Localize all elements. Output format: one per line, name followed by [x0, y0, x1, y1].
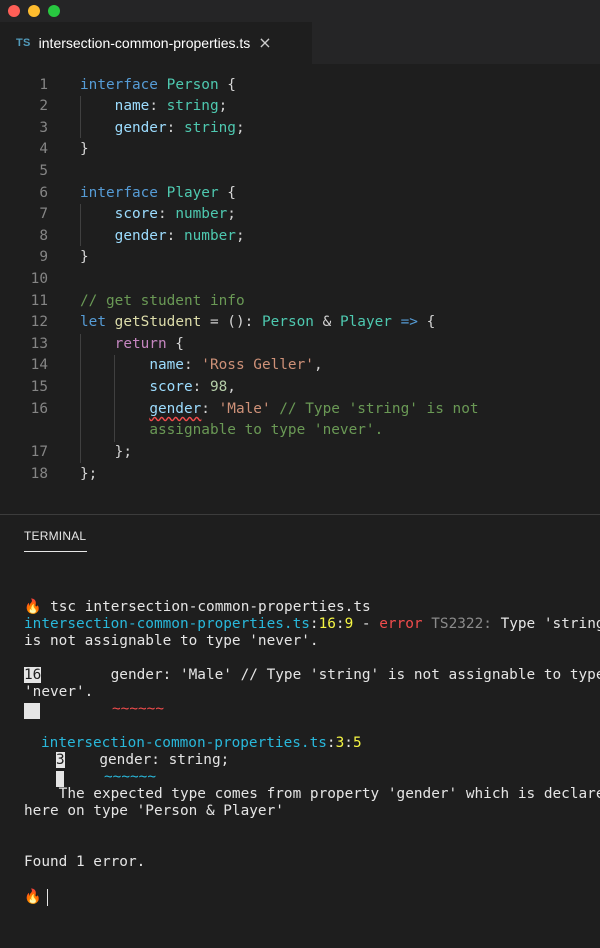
line-number: 4	[39, 141, 48, 157]
line-number: 9	[39, 249, 48, 265]
line-number: 11	[30, 293, 48, 309]
minimize-window-button[interactable]	[28, 5, 40, 17]
terminal-snippet-line: 16 gender: 'Male' // Type 'string' is no…	[24, 667, 600, 683]
line-number: 5	[39, 163, 48, 179]
terminal-command-line: 🔥 tsc intersection-common-properties.ts	[24, 599, 371, 615]
error-squiggle[interactable]: gender	[149, 401, 201, 417]
close-icon[interactable]: ×	[258, 35, 271, 51]
line-number: 14	[30, 357, 48, 373]
line-number: 1	[39, 77, 48, 93]
line-number: 2	[39, 98, 48, 114]
line-number: 18	[30, 466, 48, 482]
related-file-link[interactable]: intersection-common-properties.ts	[41, 735, 327, 751]
terminal-related-message: The expected type comes from property 'g…	[24, 786, 600, 802]
terminal-error-header: intersection-common-properties.ts:16:9 -…	[24, 616, 600, 632]
terminal-error-message: is not assignable to type 'never'.	[24, 633, 319, 649]
maximize-window-button[interactable]	[48, 5, 60, 17]
related-underline-tilde: ~~~~~~	[104, 769, 156, 785]
terminal-found-errors: Found 1 error.	[24, 854, 146, 870]
error-file-link[interactable]: intersection-common-properties.ts	[24, 616, 310, 632]
tab-terminal[interactable]: TERMINAL	[24, 529, 86, 543]
snippet-line-number: 16	[24, 667, 42, 683]
related-line-number: 3	[56, 752, 65, 768]
line-number: 7	[39, 206, 48, 222]
terminal-cursor	[47, 889, 48, 906]
terminal-related-message-wrap: here on type 'Person & Player'	[24, 803, 284, 819]
line-number: 8	[39, 228, 48, 244]
terminal-related-header: intersection-common-properties.ts:3:5	[41, 735, 362, 751]
close-window-button[interactable]	[8, 5, 20, 17]
editor-tab[interactable]: TS intersection-common-properties.ts ×	[0, 22, 312, 64]
line-number: 13	[30, 336, 48, 352]
line-number: 6	[39, 185, 48, 201]
line-number: 15	[30, 379, 48, 395]
tab-terminal-active-indicator	[24, 551, 87, 552]
terminal-prompt-line[interactable]: 🔥	[24, 889, 41, 906]
line-number: 12	[30, 314, 48, 330]
line-number: 10	[30, 271, 48, 287]
error-underline-tilde: ~~~~~~	[112, 701, 164, 717]
line-number: 17	[30, 444, 48, 460]
typescript-file-icon: TS	[16, 37, 31, 49]
snippet-gutter-block	[24, 703, 40, 719]
line-number: 16	[30, 401, 48, 417]
flame-icon: 🔥	[24, 889, 42, 905]
terminal-related-line: 3 gender: string;	[56, 752, 230, 768]
code-editor[interactable]: 1 interface Person { 2 name: string; 3 g…	[0, 64, 600, 514]
line-number: 3	[39, 120, 48, 136]
title-bar	[0, 0, 600, 22]
related-gutter-block	[56, 771, 64, 787]
terminal-snippet-wrap: 'never'.	[24, 684, 94, 700]
tab-bar: TS intersection-common-properties.ts ×	[0, 22, 600, 64]
tab-title: intersection-common-properties.ts	[38, 35, 251, 51]
editor-window: TS intersection-common-properties.ts × 1…	[0, 0, 600, 948]
panel-divider	[0, 514, 600, 515]
flame-icon: 🔥	[24, 599, 42, 615]
